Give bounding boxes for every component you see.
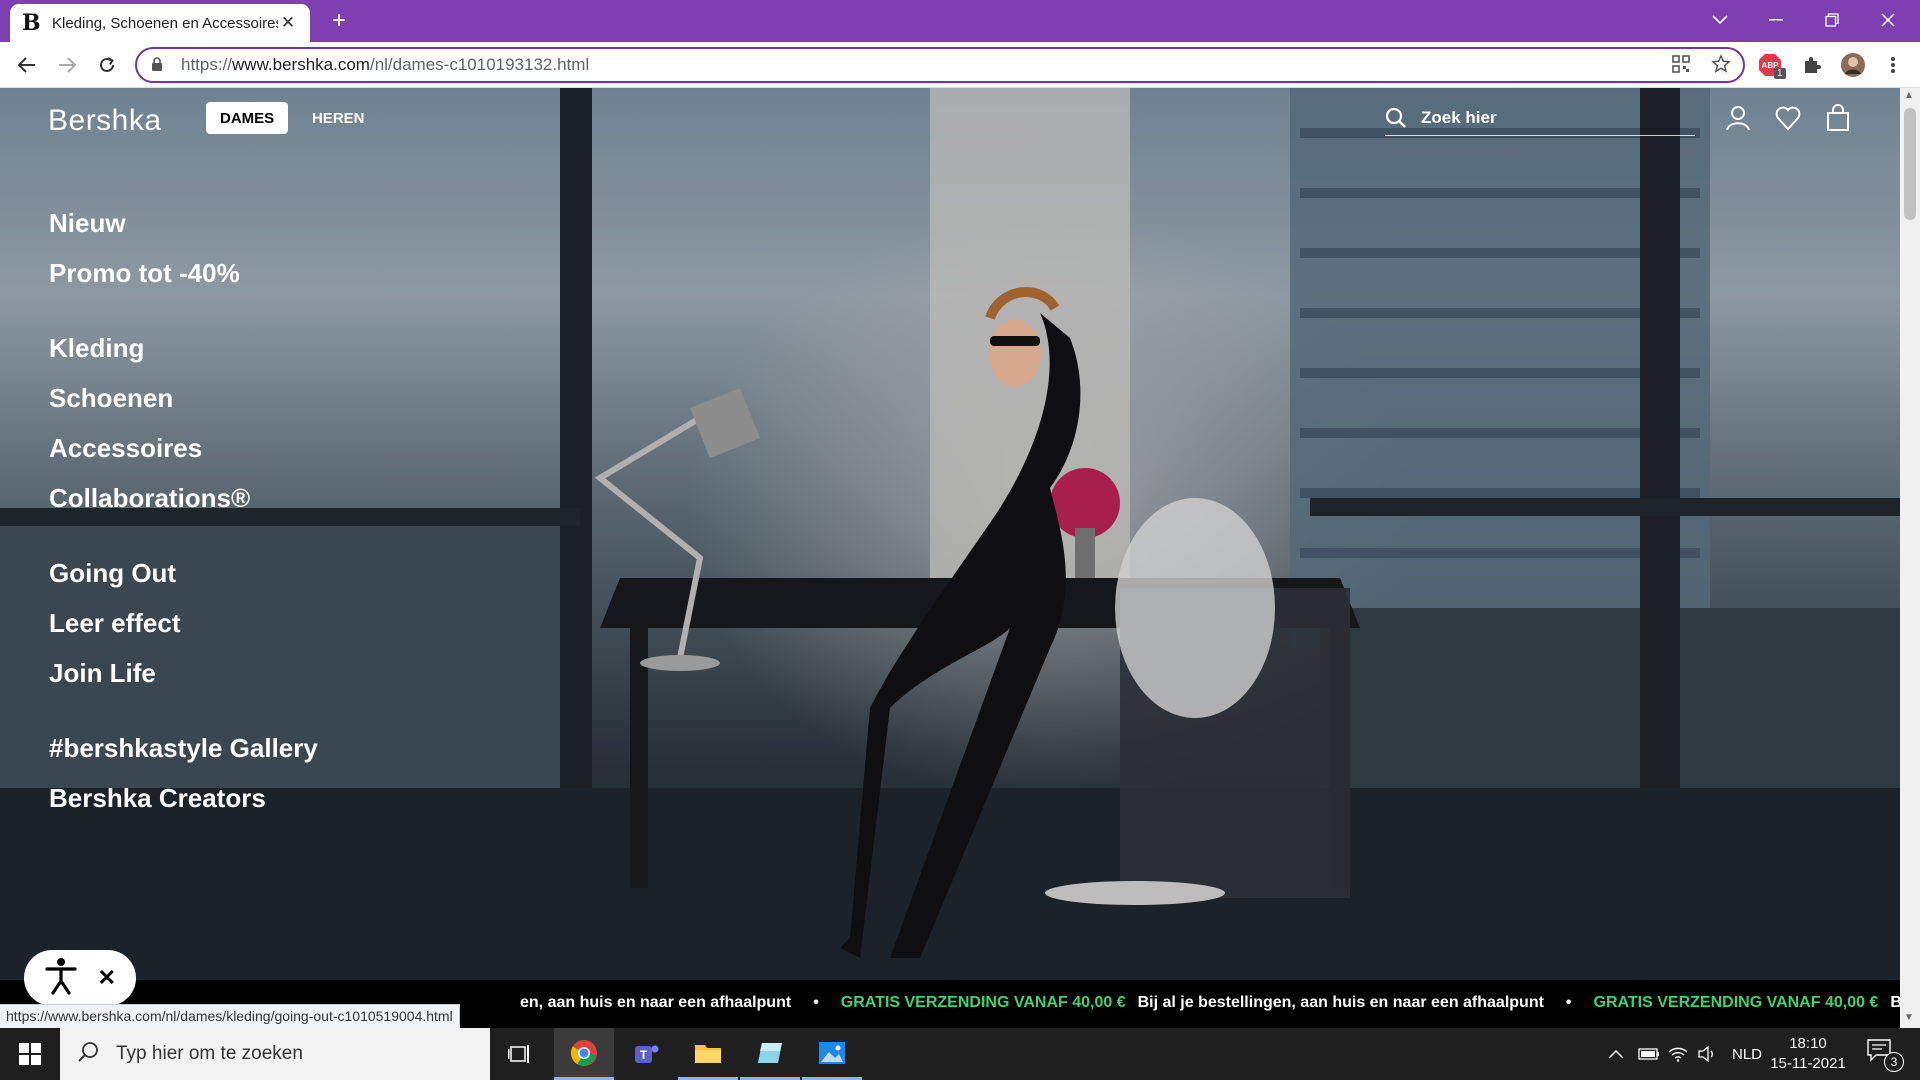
- bershka-page: Bershka DAMES HEREN Zoek hier Nieuw Prom…: [0, 88, 1900, 1028]
- menu-item-nieuw[interactable]: Nieuw: [49, 198, 318, 248]
- close-window-button[interactable]: [1860, 0, 1916, 40]
- search-input[interactable]: Zoek hier: [1385, 100, 1695, 136]
- show-hidden-icons-chevron-icon[interactable]: [1608, 1028, 1624, 1080]
- search-placeholder: Zoek hier: [1421, 107, 1497, 127]
- windows-start-button[interactable]: [0, 1028, 60, 1080]
- category-menu: Nieuw Promo tot -40% Kleding Schoenen Ac…: [49, 198, 318, 823]
- menu-item-join-life[interactable]: Join Life: [49, 648, 318, 698]
- shopping-bag-icon[interactable]: [1824, 104, 1854, 134]
- menu-item-accessoires[interactable]: Accessoires: [49, 423, 318, 473]
- menu-item-schoenen[interactable]: Schoenen: [49, 373, 318, 423]
- chrome-taskbar-icon[interactable]: [554, 1028, 614, 1080]
- restore-button[interactable]: [1804, 0, 1860, 40]
- photos-taskbar-icon[interactable]: [802, 1028, 862, 1080]
- bershka-favicon-icon: B: [22, 10, 41, 36]
- lock-icon[interactable]: [151, 56, 169, 74]
- search-icon: [78, 1041, 100, 1068]
- tab-title: Kleding, Schoenen en Accessoires: [52, 14, 278, 32]
- new-tab-button[interactable]: +: [325, 8, 353, 36]
- wifi-icon[interactable]: [1668, 1028, 1688, 1080]
- browser-toolbar: https://www.bershka.com/nl/dames-c101019…: [0, 42, 1920, 88]
- qr-code-icon[interactable]: [1671, 54, 1691, 79]
- menu-divider: [49, 298, 318, 323]
- browser-tab-active[interactable]: B Kleding, Schoenen en Accessoires ✕: [10, 4, 310, 42]
- tab-close-icon[interactable]: ✕: [278, 13, 298, 33]
- tab-heren[interactable]: HEREN: [298, 102, 379, 134]
- ticker-highlight: GRATIS VERZENDING VANAF 40,00 €: [840, 994, 1126, 1011]
- link-status-bar: https://www.bershka.com/nl/dames/kleding…: [0, 1004, 460, 1028]
- taskbar-search-input[interactable]: Typ hier om te zoeken: [60, 1028, 490, 1080]
- ticker-highlight: GRATIS VERZENDING VANAF 40,00 €: [1593, 994, 1879, 1011]
- ticker-text: Bij al je bestellingen, aan huis en naar…: [1137, 994, 1544, 1011]
- scrollbar-thumb[interactable]: [1904, 108, 1916, 220]
- ticker-text: en, aan huis en naar een afhaalpunt: [520, 994, 792, 1011]
- bershka-logo[interactable]: Bershka: [48, 104, 162, 138]
- forward-button[interactable]: [52, 50, 82, 80]
- taskbar-search-placeholder: Typ hier om te zoeken: [116, 1043, 303, 1064]
- extension-badge: 1: [1774, 68, 1786, 79]
- taskbar-clock[interactable]: 18:10 15-11-2021: [1760, 1034, 1856, 1074]
- scroll-up-arrow-icon[interactable]: ▲: [1904, 90, 1914, 101]
- menu-item-leer-effect[interactable]: Leer effect: [49, 598, 318, 648]
- tab-dames[interactable]: DAMES: [206, 102, 289, 134]
- battery-icon[interactable]: [1638, 1028, 1660, 1080]
- bookmark-star-icon[interactable]: [1711, 54, 1731, 79]
- close-icon[interactable]: ✕: [98, 965, 116, 991]
- extensions-puzzle-icon[interactable]: [1797, 50, 1827, 80]
- menu-item-collaborations[interactable]: Collaborations®: [49, 473, 318, 523]
- accessibility-widget[interactable]: ✕: [24, 950, 136, 1006]
- language-indicator[interactable]: NLD: [1732, 1028, 1762, 1080]
- ticker-bullet: •: [813, 994, 819, 1011]
- reload-button[interactable]: [92, 50, 122, 80]
- wishlist-heart-icon[interactable]: [1774, 104, 1804, 134]
- ticker-text: Bij al je be: [1890, 994, 1900, 1011]
- menu-item-bershkastyle-gallery[interactable]: #bershkastyle Gallery: [49, 723, 318, 773]
- search-icon[interactable]: [1385, 107, 1407, 129]
- url-text[interactable]: https://www.bershka.com/nl/dames-c101019…: [181, 55, 589, 75]
- windows-taskbar: Typ hier om te zoeken T NLD 18:10 15-11-…: [0, 1028, 1920, 1080]
- back-button[interactable]: [12, 50, 42, 80]
- clock-time: 18:10: [1789, 1035, 1827, 1052]
- menu-divider: [49, 698, 318, 723]
- tab-search-chevron-icon[interactable]: [1692, 0, 1748, 40]
- file-explorer-taskbar-icon[interactable]: [678, 1028, 738, 1080]
- address-bar[interactable]: https://www.bershka.com/nl/dames-c101019…: [135, 47, 1745, 83]
- menu-item-kleding[interactable]: Kleding: [49, 323, 318, 373]
- menu-divider: [49, 523, 318, 548]
- notes-app-taskbar-icon[interactable]: [740, 1028, 800, 1080]
- scroll-down-arrow-icon[interactable]: ▼: [1904, 1012, 1914, 1023]
- browser-tab-strip: B Kleding, Schoenen en Accessoires ✕ +: [0, 0, 1920, 42]
- minimize-button[interactable]: [1748, 0, 1804, 40]
- teams-taskbar-icon[interactable]: T: [616, 1028, 676, 1080]
- menu-item-promo[interactable]: Promo tot -40%: [49, 248, 318, 298]
- account-icon[interactable]: [1724, 104, 1754, 134]
- svg-text:T: T: [640, 1048, 648, 1062]
- browser-menu-icon[interactable]: [1878, 50, 1908, 80]
- notification-count-badge: 3: [1884, 1052, 1904, 1072]
- accessibility-icon[interactable]: [44, 957, 78, 1000]
- volume-icon[interactable]: [1698, 1028, 1718, 1080]
- page-scrollbar[interactable]: ▲ ▼: [1900, 88, 1920, 1028]
- clock-date: 15-11-2021: [1770, 1055, 1846, 1072]
- ticker-bullet: •: [1565, 994, 1572, 1011]
- adblock-extension-icon[interactable]: ABP 1: [1755, 50, 1786, 80]
- profile-avatar[interactable]: [1838, 50, 1868, 80]
- menu-item-going-out[interactable]: Going Out: [49, 548, 318, 598]
- task-view-icon[interactable]: [490, 1028, 550, 1080]
- menu-item-bershka-creators[interactable]: Bershka Creators: [49, 773, 318, 823]
